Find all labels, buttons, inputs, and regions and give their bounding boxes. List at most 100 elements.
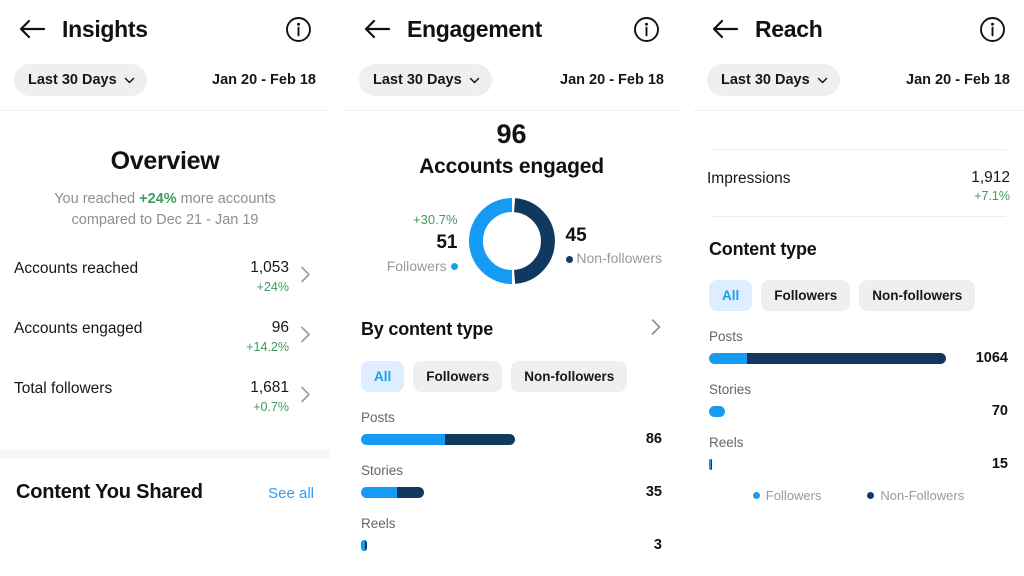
bar-item-posts: Posts 1064 <box>709 329 1008 366</box>
non-followers-color-dot <box>867 492 875 499</box>
date-range-text: Jan 20 - Feb 18 <box>906 72 1010 88</box>
bar-label: Posts <box>361 410 395 425</box>
bar-segment-followers <box>361 433 446 445</box>
donut-graphic <box>466 195 558 292</box>
date-range-selector-label: Last 30 Days <box>28 72 117 88</box>
reach-header: Reach <box>693 0 1024 58</box>
metric-delta: +0.7% <box>253 399 289 414</box>
bar-line: 3 <box>361 537 662 553</box>
bar-stack <box>361 486 424 498</box>
chevron-right-icon[interactable] <box>300 376 316 408</box>
chevron-right-icon[interactable] <box>300 316 316 348</box>
tab-all[interactable]: All <box>361 361 405 392</box>
tab-non-followers[interactable]: Non-followers <box>511 361 628 392</box>
metric-label: Total followers <box>14 380 113 398</box>
date-range-selector[interactable]: Last 30 Days <box>707 64 840 96</box>
bar-item-reels: Reels 15 <box>709 435 1008 472</box>
bar-value: 35 <box>645 484 662 500</box>
followers-color-dot <box>752 492 760 499</box>
page-title: Reach <box>755 15 823 42</box>
donut-nonfollowers-labels: 45 Non-followers <box>565 219 674 269</box>
chevron-right-icon[interactable] <box>300 256 316 288</box>
bar-stack <box>709 352 946 364</box>
bar-label: Stories <box>709 382 752 397</box>
reach-top-spacer <box>693 111 1024 149</box>
back-arrow-icon[interactable] <box>18 14 48 44</box>
followers-label: Followers <box>350 256 458 276</box>
panel-gap <box>330 0 345 576</box>
metric-label: Accounts engaged <box>14 320 143 338</box>
followers-value: 51 <box>436 231 458 253</box>
accounts-engaged-value: 96 <box>496 119 527 149</box>
metric-row-total-followers[interactable]: Total followers 1,681 +0.7% <box>0 376 330 436</box>
bar-segment-non-followers <box>396 486 424 498</box>
bar-track <box>361 486 600 498</box>
bar-item-stories: Stories 70 <box>709 382 1008 419</box>
metric-value: 1,681 <box>250 379 289 397</box>
info-circle-icon[interactable] <box>633 16 660 43</box>
back-arrow-icon[interactable] <box>711 14 741 44</box>
bar-item-stories: Stories 35 <box>361 463 662 500</box>
legend-label: Non-Followers <box>880 488 965 503</box>
tab-followers[interactable]: Followers <box>761 280 851 311</box>
metric-values: 1,053 +24% <box>250 256 289 295</box>
tab-all[interactable]: All <box>709 280 753 311</box>
engagement-content-type-bars: Posts 86 Stories 35 Reels 3 <box>345 410 678 553</box>
bar-line: 1064 <box>709 350 1008 366</box>
metric-values: 96 +14.2% <box>246 316 289 355</box>
overview-subtitle: You reached +24% more accounts compared … <box>0 189 330 230</box>
metric-values: 1,912 +7.1% <box>971 166 1010 205</box>
chevron-down-icon <box>124 74 134 83</box>
chevron-right-icon[interactable] <box>650 318 662 341</box>
legend-item-non-followers: Non-Followers <box>867 488 964 503</box>
bar-track <box>361 433 600 445</box>
insights-screens-row: Insights Last 30 Days Jan 20 - Feb 18 Ov… <box>0 0 1024 576</box>
date-range-text: Jan 20 - Feb 18 <box>212 72 316 88</box>
bar-segment-non-followers <box>365 539 368 551</box>
bar-track <box>709 352 946 364</box>
bar-stack <box>361 433 516 445</box>
reach-panel: Reach Last 30 Days Jan 20 - Feb 18 Impre… <box>693 0 1024 576</box>
reach-audience-tabs: All Followers Non-followers <box>693 280 1024 311</box>
by-content-type-header[interactable]: By content type <box>345 318 678 341</box>
overview-title: Overview <box>110 147 220 175</box>
bar-segment-followers <box>361 486 397 498</box>
engagement-header: Engagement <box>345 0 678 58</box>
date-range-selector[interactable]: Last 30 Days <box>14 64 147 96</box>
info-circle-icon[interactable] <box>285 16 312 43</box>
metrics-bottom-spacer <box>0 436 330 450</box>
content-type-header: Content type <box>693 239 1024 260</box>
reach-filter-row: Last 30 Days Jan 20 - Feb 18 <box>693 58 1024 110</box>
bar-track <box>709 458 946 470</box>
legend-label: Followers <box>765 488 822 503</box>
bar-segment-followers <box>709 405 725 417</box>
tab-non-followers[interactable]: Non-followers <box>859 280 976 311</box>
metric-value: 96 <box>271 319 289 337</box>
overview-sub-post: more accounts <box>176 191 276 207</box>
metric-row-accounts-reached[interactable]: Accounts reached 1,053 +24% <box>0 256 330 316</box>
back-arrow-icon[interactable] <box>363 14 393 44</box>
tab-followers[interactable]: Followers <box>413 361 503 392</box>
section-separator <box>0 450 330 460</box>
insights-header: Insights <box>0 0 330 58</box>
panel-gap <box>678 0 693 576</box>
bar-label: Stories <box>361 463 404 478</box>
donut-followers-labels: +30.7% 51 Followers <box>350 211 458 276</box>
overview-sub-line2: compared to Dec 21 - Jan 19 <box>71 211 259 228</box>
followers-delta: +30.7% <box>413 212 458 228</box>
see-all-link[interactable]: See all <box>268 485 314 502</box>
metric-delta: +7.1% <box>974 189 1010 204</box>
metric-value: 1,912 <box>971 169 1010 186</box>
bar-item-posts: Posts 86 <box>361 410 662 447</box>
engagement-panel: Engagement Last 30 Days Jan 20 - Feb 18 … <box>345 0 678 576</box>
page-title: Engagement <box>407 15 543 42</box>
reach-chart-legend: Followers Non-Followers <box>693 488 1024 503</box>
date-range-selector[interactable]: Last 30 Days <box>359 64 492 96</box>
header-divider <box>0 110 330 111</box>
info-circle-icon[interactable] <box>979 16 1006 43</box>
metric-row-accounts-engaged[interactable]: Accounts engaged 96 +14.2% <box>0 316 330 376</box>
bar-value: 3 <box>653 537 662 553</box>
date-range-selector-label: Last 30 Days <box>721 72 810 88</box>
engagement-donut-chart: +30.7% 51 Followers 45 Non-followers <box>345 195 678 292</box>
metric-label: Accounts reached <box>14 260 139 278</box>
